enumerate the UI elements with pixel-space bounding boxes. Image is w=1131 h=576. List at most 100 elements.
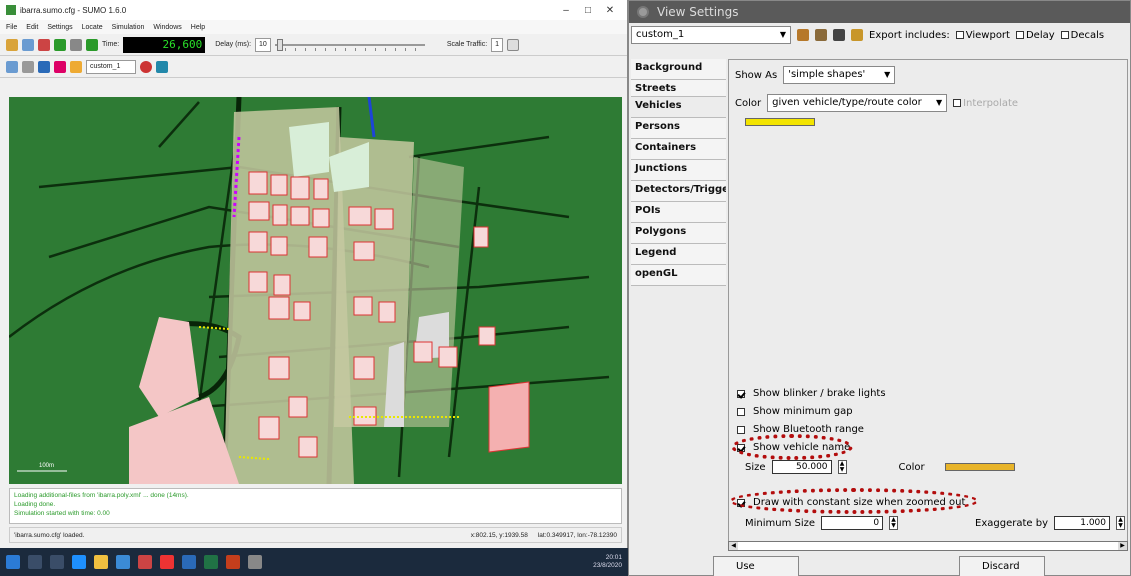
exaggerate-stepper[interactable]: ▲ ▼ xyxy=(1116,516,1125,530)
show-as-select[interactable]: 'simple shapes' ▼ xyxy=(783,66,896,84)
word-icon[interactable] xyxy=(182,555,196,569)
tab-detectors[interactable]: Detectors/Trigger xyxy=(631,181,726,202)
scheme-select[interactable]: custom_1 ▼ xyxy=(631,26,791,44)
menu-file[interactable]: File xyxy=(6,24,17,31)
status-message: 'ibarra.sumo.cfg' loaded. xyxy=(14,531,85,539)
scale-traffic-spinner[interactable]: 1 xyxy=(491,37,504,52)
exaggerate-field[interactable]: 1.000 xyxy=(1054,516,1110,530)
menu-help[interactable]: Help xyxy=(191,24,205,31)
export-icon[interactable] xyxy=(833,29,845,41)
zoom-icon[interactable] xyxy=(6,60,18,73)
open-icon[interactable] xyxy=(6,38,18,51)
network-map[interactable]: 100m xyxy=(9,97,622,484)
interpolate-checkbox[interactable]: Interpolate xyxy=(953,98,1018,109)
grid-icon[interactable] xyxy=(507,38,520,51)
name-color-swatch[interactable] xyxy=(944,463,1015,471)
message-log: Loading additional-files from 'ibarra.po… xyxy=(9,488,622,524)
tab-vehicles[interactable]: Vehicles xyxy=(631,97,726,118)
menu-settings[interactable]: Settings xyxy=(47,24,72,31)
vehicle-color-swatch[interactable] xyxy=(745,118,815,126)
tab-junctions[interactable]: Junctions xyxy=(631,160,726,181)
maximize-icon[interactable]: □ xyxy=(577,5,599,16)
scheme-combo[interactable]: custom_1 xyxy=(86,59,136,74)
powerpoint-icon[interactable] xyxy=(226,555,240,569)
tab-pois[interactable]: POIs xyxy=(631,202,726,223)
settings-tabs: Background Streets Vehicles Persons Cont… xyxy=(631,59,726,569)
name-size-label: Size xyxy=(745,461,766,473)
search-icon[interactable] xyxy=(28,555,42,569)
sumo-window-title: ibarra.sumo.cfg - SUMO 1.6.0 xyxy=(20,5,127,15)
interpolate-label: Interpolate xyxy=(963,97,1019,109)
scale-traffic-label: Scale Traffic: xyxy=(446,41,488,48)
sumo-view-toolbar: custom_1 xyxy=(0,56,627,78)
store-icon[interactable] xyxy=(116,555,130,569)
export-viewport-checkbox[interactable]: Viewport xyxy=(955,30,1010,41)
use-button[interactable]: Use xyxy=(713,556,799,576)
tray-time: 20:01 xyxy=(605,554,622,561)
screenshot-icon[interactable] xyxy=(156,60,168,73)
explorer-icon[interactable] xyxy=(94,555,108,569)
blinker-label: Show blinker / brake lights xyxy=(753,388,886,399)
delay-slider[interactable] xyxy=(274,38,425,52)
name-size-field[interactable]: 50.000 xyxy=(771,460,832,474)
locate-icon[interactable] xyxy=(22,60,34,73)
menu-simulation[interactable]: Simulation xyxy=(112,24,145,31)
show-as-value: 'simple shapes' xyxy=(788,69,866,80)
tray-date: 23/8/2020 xyxy=(593,562,622,569)
app-icon[interactable] xyxy=(138,555,152,569)
stop-icon[interactable] xyxy=(86,38,98,51)
show-as-label: Show As xyxy=(735,69,778,81)
tab-containers[interactable]: Containers xyxy=(631,139,726,160)
delay-spinner[interactable]: 10 xyxy=(255,37,271,52)
highlight-vehicle-name xyxy=(731,434,853,460)
menu-edit[interactable]: Edit xyxy=(26,24,38,31)
time-label: Time: xyxy=(102,41,120,48)
task-view-icon[interactable] xyxy=(50,555,64,569)
start-icon[interactable] xyxy=(6,555,20,569)
tab-background[interactable]: Background xyxy=(631,59,726,80)
min-gap-checkbox[interactable]: Show minimum gap xyxy=(737,406,853,417)
color-mode-select[interactable]: given vehicle/type/route color ▼ xyxy=(767,94,948,112)
step-icon[interactable] xyxy=(70,38,82,51)
sumo-titlebar: ibarra.sumo.cfg - SUMO 1.6.0 – □ ✕ xyxy=(0,0,627,20)
delete-scheme-icon[interactable] xyxy=(815,29,827,41)
discard-button[interactable]: Discard xyxy=(959,556,1045,576)
scroll-right-icon[interactable]: ▶ xyxy=(1118,542,1127,550)
tray-clock[interactable]: 20:01 23/8/2020 xyxy=(593,554,622,570)
min-size-stepper[interactable]: ▲ ▼ xyxy=(889,516,899,530)
dialog-menu-icon[interactable] xyxy=(637,6,649,18)
scheme-icon[interactable] xyxy=(70,60,82,73)
color-icon[interactable] xyxy=(38,60,50,73)
tab-polygons[interactable]: Polygons xyxy=(631,223,726,244)
run-icon[interactable] xyxy=(54,38,66,51)
close-window-icon[interactable]: ✕ xyxy=(599,5,621,16)
tab-legend[interactable]: Legend xyxy=(631,244,726,265)
reload-icon[interactable] xyxy=(22,38,34,51)
excel-icon[interactable] xyxy=(204,555,218,569)
sumo-task-icon[interactable] xyxy=(248,555,262,569)
minimize-icon[interactable]: – xyxy=(555,5,577,16)
blinker-checkbox[interactable]: Show blinker / brake lights xyxy=(737,388,886,399)
menu-windows[interactable]: Windows xyxy=(153,24,181,31)
log-line: Loading additional-files from 'ibarra.po… xyxy=(14,492,189,499)
use-button-label: Use xyxy=(736,561,755,572)
tab-streets[interactable]: Streets xyxy=(631,80,726,97)
load-icon[interactable] xyxy=(851,29,863,41)
horizontal-scrollbar[interactable]: ◀ ▶ xyxy=(728,541,1128,551)
tab-opengl[interactable]: openGL xyxy=(631,265,726,286)
log-line: Loading done. xyxy=(14,501,56,508)
save-scheme-icon[interactable] xyxy=(797,29,809,41)
export-delay-checkbox[interactable]: Delay xyxy=(1015,30,1055,41)
network-map-drawing: 100m xyxy=(9,97,610,484)
close-icon[interactable] xyxy=(38,38,50,51)
3d-icon[interactable] xyxy=(140,60,152,73)
min-size-field[interactable]: 0 xyxy=(821,516,884,530)
menu-locate[interactable]: Locate xyxy=(82,24,103,31)
chrome-icon[interactable] xyxy=(160,555,174,569)
flag-icon[interactable] xyxy=(54,60,66,73)
tab-persons[interactable]: Persons xyxy=(631,118,726,139)
scroll-left-icon[interactable]: ◀ xyxy=(729,542,738,550)
name-size-stepper[interactable]: ▲ ▼ xyxy=(837,460,847,474)
export-decals-checkbox[interactable]: Decals xyxy=(1060,30,1104,41)
edge-icon[interactable] xyxy=(72,555,86,569)
